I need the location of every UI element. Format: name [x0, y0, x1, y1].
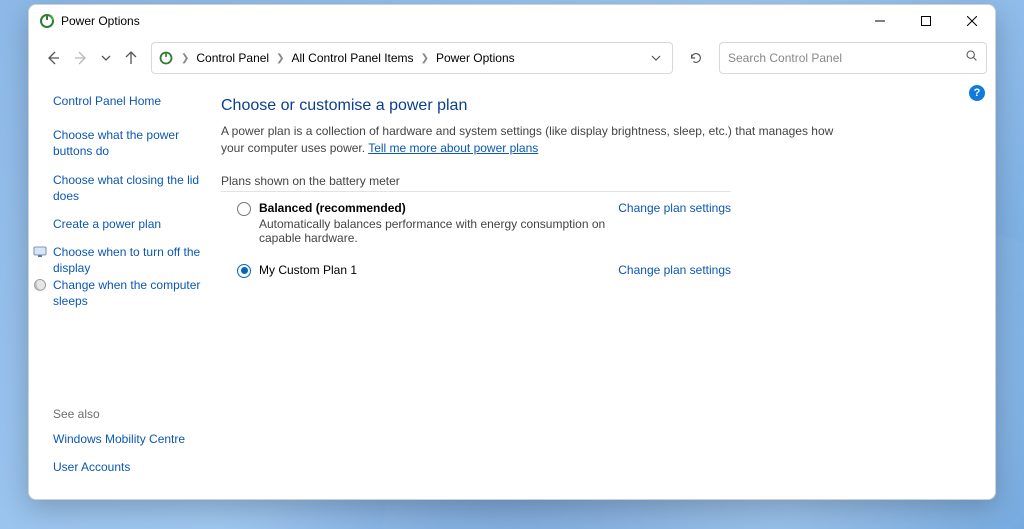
close-button[interactable] — [949, 5, 995, 37]
chevron-right-icon: ❯ — [180, 53, 190, 64]
help-icon[interactable]: ? — [969, 85, 985, 101]
up-button[interactable] — [119, 46, 143, 70]
breadcrumb-item[interactable]: Control Panel — [194, 47, 271, 69]
search-box[interactable] — [719, 42, 987, 74]
address-dropdown-button[interactable] — [644, 46, 668, 70]
forward-button[interactable] — [69, 46, 93, 70]
chevron-right-icon: ❯ — [420, 53, 430, 64]
plan-description: Automatically balances performance with … — [259, 217, 608, 245]
search-icon — [965, 49, 978, 67]
plan-title: Balanced (recommended) — [259, 201, 608, 215]
sidebar: Control Panel Home Choose what the power… — [29, 79, 217, 499]
monitor-icon — [33, 245, 47, 259]
plan-group-header: Plans shown on the battery meter — [221, 174, 731, 192]
recent-locations-button[interactable] — [97, 46, 115, 70]
learn-more-link[interactable]: Tell me more about power plans — [368, 141, 538, 155]
sidebar-link[interactable]: Change when the computer sleeps — [53, 278, 200, 308]
page-heading: Choose or customise a power plan — [221, 97, 975, 115]
titlebar: Power Options — [29, 5, 995, 37]
change-plan-settings-link[interactable]: Change plan settings — [618, 201, 731, 215]
see-also-label: See also — [53, 407, 207, 421]
content-area: ? Control Panel Home Choose what the pow… — [29, 79, 995, 499]
plan-title: My Custom Plan 1 — [259, 263, 608, 277]
plan-radio[interactable] — [237, 264, 251, 278]
minimize-button[interactable] — [857, 5, 903, 37]
window: Power Options — [28, 4, 996, 500]
window-title: Power Options — [61, 14, 140, 28]
page-description: A power plan is a collection of hardware… — [221, 123, 841, 158]
back-button[interactable] — [41, 46, 65, 70]
address-bar[interactable]: ❯ Control Panel ❯ All Control Panel Item… — [151, 42, 673, 74]
sidebar-link[interactable]: Choose what closing the lid does — [53, 172, 207, 204]
breadcrumb-item[interactable]: All Control Panel Items — [290, 47, 416, 69]
control-panel-home-link[interactable]: Control Panel Home — [53, 93, 207, 109]
power-plan-row: My Custom Plan 1 Change plan settings — [221, 245, 731, 278]
sidebar-link[interactable]: Choose when to turn off the display — [53, 245, 200, 275]
breadcrumb-item[interactable]: Power Options — [434, 47, 517, 69]
see-also-link[interactable]: Windows Mobility Centre — [53, 431, 207, 447]
power-plan-row: Balanced (recommended) Automatically bal… — [221, 192, 731, 245]
sidebar-link[interactable]: Create a power plan — [53, 216, 207, 232]
search-input[interactable] — [728, 51, 965, 65]
plan-radio[interactable] — [237, 202, 251, 216]
chevron-right-icon: ❯ — [275, 53, 285, 64]
sidebar-link[interactable]: Choose what the power buttons do — [53, 127, 207, 159]
navigation-toolbar: ❯ Control Panel ❯ All Control Panel Item… — [29, 37, 995, 79]
refresh-button[interactable] — [681, 42, 711, 74]
see-also-link[interactable]: User Accounts — [53, 459, 207, 475]
maximize-button[interactable] — [903, 5, 949, 37]
moon-icon — [33, 278, 47, 292]
power-options-icon — [39, 13, 55, 29]
address-icon — [158, 50, 174, 66]
change-plan-settings-link[interactable]: Change plan settings — [618, 263, 731, 277]
main-panel: Choose or customise a power plan A power… — [217, 79, 995, 499]
